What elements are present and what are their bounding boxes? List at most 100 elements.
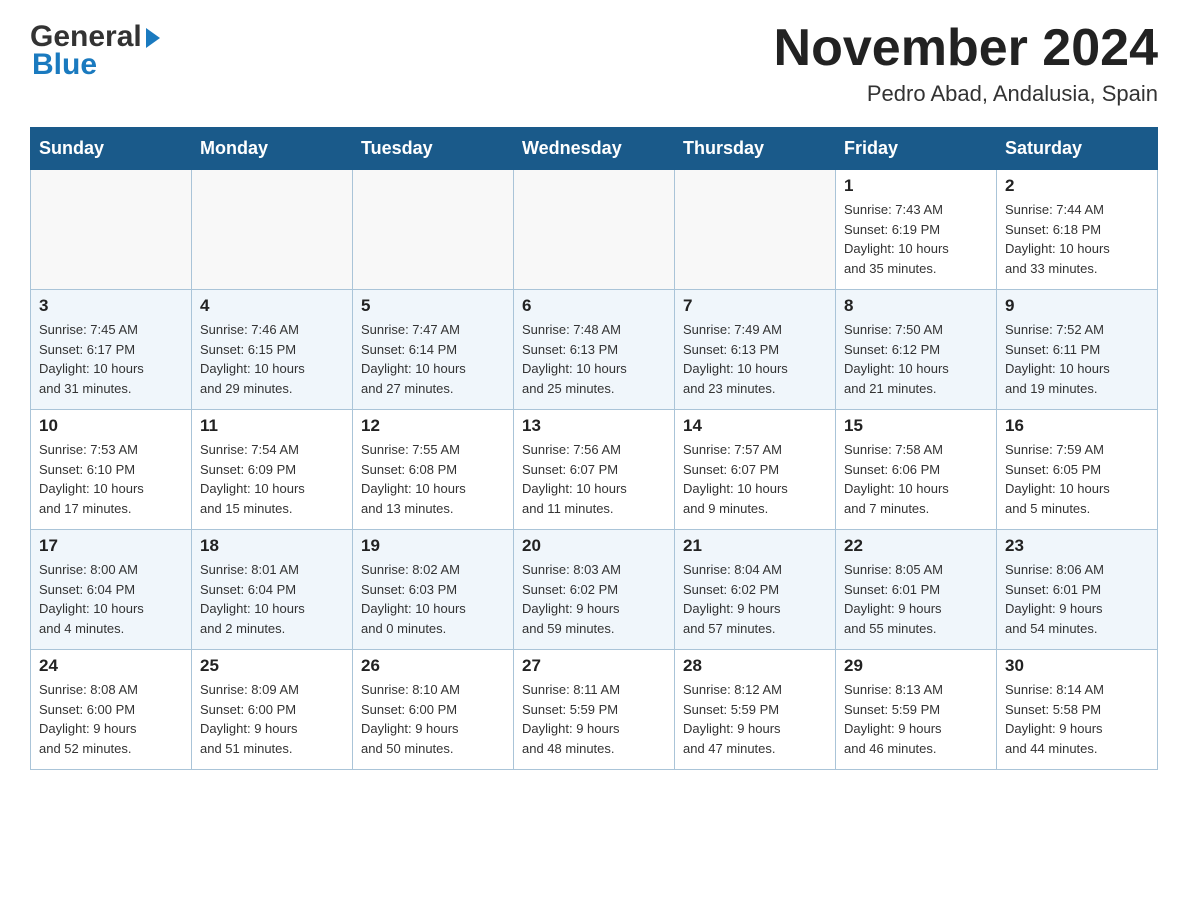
calendar-cell <box>353 170 514 290</box>
day-info: Sunrise: 7:53 AMSunset: 6:10 PMDaylight:… <box>39 440 183 518</box>
calendar-cell: 16 Sunrise: 7:59 AMSunset: 6:05 PMDayligh… <box>997 410 1158 530</box>
day-info: Sunrise: 8:13 AMSunset: 5:59 PMDaylight:… <box>844 680 988 758</box>
page-header: General Blue November 2024 Pedro Abad, A… <box>30 20 1158 107</box>
day-number: 29 <box>844 656 988 676</box>
day-info: Sunrise: 8:02 AMSunset: 6:03 PMDaylight:… <box>361 560 505 638</box>
weekday-header-wednesday: Wednesday <box>514 128 675 170</box>
day-info: Sunrise: 8:06 AMSunset: 6:01 PMDaylight:… <box>1005 560 1149 638</box>
day-number: 30 <box>1005 656 1149 676</box>
day-number: 15 <box>844 416 988 436</box>
day-info: Sunrise: 7:58 AMSunset: 6:06 PMDaylight:… <box>844 440 988 518</box>
day-info: Sunrise: 7:44 AMSunset: 6:18 PMDaylight:… <box>1005 200 1149 278</box>
weekday-header-saturday: Saturday <box>997 128 1158 170</box>
calendar-cell: 20 Sunrise: 8:03 AMSunset: 6:02 PMDayligh… <box>514 530 675 650</box>
logo-arrow-icon <box>146 28 160 48</box>
day-number: 22 <box>844 536 988 556</box>
weekday-header-friday: Friday <box>836 128 997 170</box>
day-info: Sunrise: 7:50 AMSunset: 6:12 PMDaylight:… <box>844 320 988 398</box>
calendar-cell: 19 Sunrise: 8:02 AMSunset: 6:03 PMDayligh… <box>353 530 514 650</box>
day-info: Sunrise: 7:54 AMSunset: 6:09 PMDaylight:… <box>200 440 344 518</box>
day-number: 23 <box>1005 536 1149 556</box>
day-number: 10 <box>39 416 183 436</box>
calendar-cell: 12 Sunrise: 7:55 AMSunset: 6:08 PMDayligh… <box>353 410 514 530</box>
day-info: Sunrise: 7:49 AMSunset: 6:13 PMDaylight:… <box>683 320 827 398</box>
day-number: 20 <box>522 536 666 556</box>
calendar-week-2: 3 Sunrise: 7:45 AMSunset: 6:17 PMDaylight… <box>31 290 1158 410</box>
calendar-cell: 15 Sunrise: 7:58 AMSunset: 6:06 PMDayligh… <box>836 410 997 530</box>
day-info: Sunrise: 7:59 AMSunset: 6:05 PMDaylight:… <box>1005 440 1149 518</box>
day-number: 8 <box>844 296 988 316</box>
day-number: 16 <box>1005 416 1149 436</box>
day-info: Sunrise: 7:56 AMSunset: 6:07 PMDaylight:… <box>522 440 666 518</box>
calendar-cell: 25Sunrise: 8:09 AMSunset: 6:00 PMDayligh… <box>192 650 353 770</box>
day-number: 28 <box>683 656 827 676</box>
day-info: Sunrise: 8:03 AMSunset: 6:02 PMDaylight:… <box>522 560 666 638</box>
logo: General Blue <box>30 20 160 82</box>
calendar-cell: 26 Sunrise: 8:10 AMSunset: 6:00 PMDayligh… <box>353 650 514 770</box>
day-info: Sunrise: 8:10 AMSunset: 6:00 PMDaylight:… <box>361 680 505 758</box>
calendar-cell: 9 Sunrise: 7:52 AMSunset: 6:11 PMDaylight… <box>997 290 1158 410</box>
day-info: Sunrise: 8:01 AMSunset: 6:04 PMDaylight:… <box>200 560 344 638</box>
calendar-cell <box>514 170 675 290</box>
calendar-cell: 24 Sunrise: 8:08 AMSunset: 6:00 PMDayligh… <box>31 650 192 770</box>
day-number: 21 <box>683 536 827 556</box>
day-number: 17 <box>39 536 183 556</box>
day-number: 18 <box>200 536 344 556</box>
calendar-cell: 29 Sunrise: 8:13 AMSunset: 5:59 PMDayligh… <box>836 650 997 770</box>
calendar-week-3: 10 Sunrise: 7:53 AMSunset: 6:10 PMDayligh… <box>31 410 1158 530</box>
day-number: 11 <box>200 416 344 436</box>
day-number: 7 <box>683 296 827 316</box>
logo-blue-text: Blue <box>30 48 97 82</box>
calendar-cell: 3 Sunrise: 7:45 AMSunset: 6:17 PMDaylight… <box>31 290 192 410</box>
day-number: 27 <box>522 656 666 676</box>
calendar-cell: 13 Sunrise: 7:56 AMSunset: 6:07 PMDayligh… <box>514 410 675 530</box>
day-number: 12 <box>361 416 505 436</box>
day-number: 6 <box>522 296 666 316</box>
calendar-cell <box>31 170 192 290</box>
day-info: Sunrise: 8:12 AMSunset: 5:59 PMDaylight:… <box>683 680 827 758</box>
day-info: Sunrise: 7:57 AMSunset: 6:07 PMDaylight:… <box>683 440 827 518</box>
calendar-cell: 2 Sunrise: 7:44 AMSunset: 6:18 PMDaylight… <box>997 170 1158 290</box>
day-info: Sunrise: 7:55 AMSunset: 6:08 PMDaylight:… <box>361 440 505 518</box>
calendar-cell <box>192 170 353 290</box>
day-info: Sunrise: 8:11 AMSunset: 5:59 PMDaylight:… <box>522 680 666 758</box>
day-info: Sunrise: 7:52 AMSunset: 6:11 PMDaylight:… <box>1005 320 1149 398</box>
day-info: Sunrise: 8:08 AMSunset: 6:00 PMDaylight:… <box>39 680 183 758</box>
calendar-cell: 8 Sunrise: 7:50 AMSunset: 6:12 PMDaylight… <box>836 290 997 410</box>
day-info: Sunrise: 7:48 AMSunset: 6:13 PMDaylight:… <box>522 320 666 398</box>
calendar-cell: 23 Sunrise: 8:06 AMSunset: 6:01 PMDayligh… <box>997 530 1158 650</box>
calendar-cell: 11 Sunrise: 7:54 AMSunset: 6:09 PMDayligh… <box>192 410 353 530</box>
day-number: 13 <box>522 416 666 436</box>
day-number: 19 <box>361 536 505 556</box>
calendar-cell: 1Sunrise: 7:43 AMSunset: 6:19 PMDaylight… <box>836 170 997 290</box>
day-info: Sunrise: 8:04 AMSunset: 6:02 PMDaylight:… <box>683 560 827 638</box>
weekday-header-tuesday: Tuesday <box>353 128 514 170</box>
calendar-header-row: SundayMondayTuesdayWednesdayThursdayFrid… <box>31 128 1158 170</box>
calendar-cell: 30 Sunrise: 8:14 AMSunset: 5:58 PMDayligh… <box>997 650 1158 770</box>
weekday-header-thursday: Thursday <box>675 128 836 170</box>
day-number: 24 <box>39 656 183 676</box>
calendar-cell: 28 Sunrise: 8:12 AMSunset: 5:59 PMDayligh… <box>675 650 836 770</box>
day-info: Sunrise: 7:46 AMSunset: 6:15 PMDaylight:… <box>200 320 344 398</box>
day-info: Sunrise: 8:14 AMSunset: 5:58 PMDaylight:… <box>1005 680 1149 758</box>
day-info: Sunrise: 7:45 AMSunset: 6:17 PMDaylight:… <box>39 320 183 398</box>
calendar-cell: 10 Sunrise: 7:53 AMSunset: 6:10 PMDayligh… <box>31 410 192 530</box>
calendar-week-4: 17 Sunrise: 8:00 AMSunset: 6:04 PMDayligh… <box>31 530 1158 650</box>
calendar-cell: 14 Sunrise: 7:57 AMSunset: 6:07 PMDayligh… <box>675 410 836 530</box>
day-number: 9 <box>1005 296 1149 316</box>
day-info: Sunrise: 8:00 AMSunset: 6:04 PMDaylight:… <box>39 560 183 638</box>
day-number: 3 <box>39 296 183 316</box>
day-number: 25 <box>200 656 344 676</box>
weekday-header-monday: Monday <box>192 128 353 170</box>
calendar-subtitle: Pedro Abad, Andalusia, Spain <box>774 81 1158 107</box>
calendar-cell: 17 Sunrise: 8:00 AMSunset: 6:04 PMDayligh… <box>31 530 192 650</box>
title-block: November 2024 Pedro Abad, Andalusia, Spa… <box>774 20 1158 107</box>
day-number: 14 <box>683 416 827 436</box>
calendar-cell: 7 Sunrise: 7:49 AMSunset: 6:13 PMDaylight… <box>675 290 836 410</box>
day-number: 2 <box>1005 176 1149 196</box>
calendar-cell: 22Sunrise: 8:05 AMSunset: 6:01 PMDayligh… <box>836 530 997 650</box>
weekday-header-sunday: Sunday <box>31 128 192 170</box>
day-number: 26 <box>361 656 505 676</box>
calendar-cell <box>675 170 836 290</box>
calendar-cell: 5Sunrise: 7:47 AMSunset: 6:14 PMDaylight… <box>353 290 514 410</box>
